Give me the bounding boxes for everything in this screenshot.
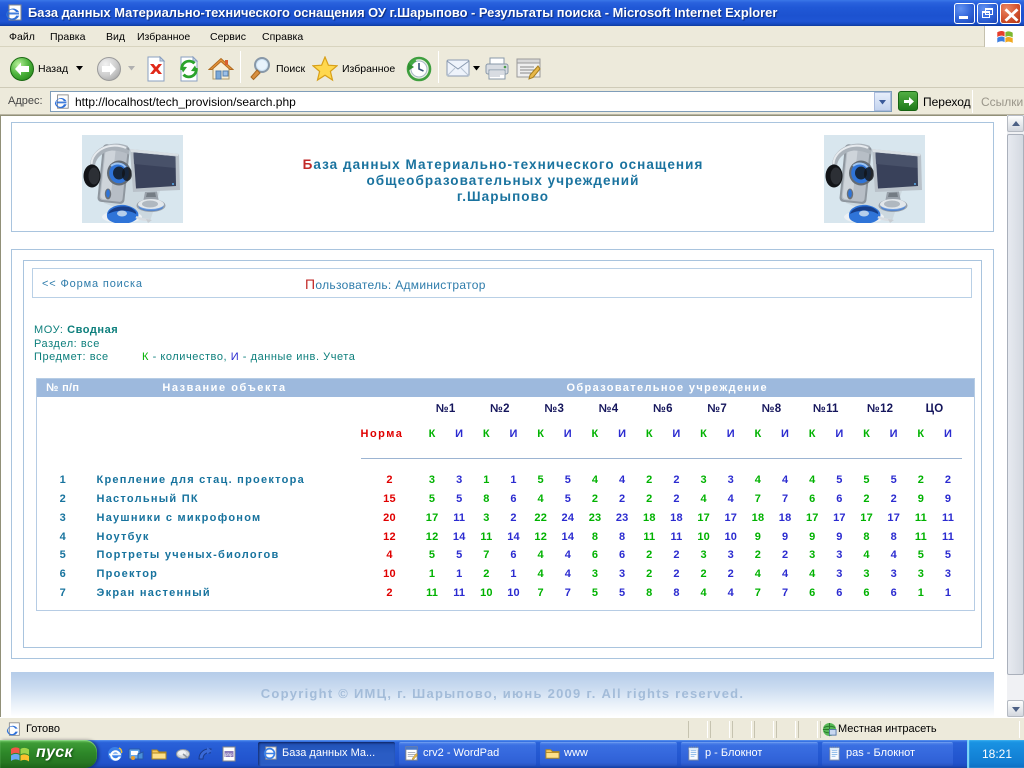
svg-text:php: php xyxy=(225,752,233,757)
